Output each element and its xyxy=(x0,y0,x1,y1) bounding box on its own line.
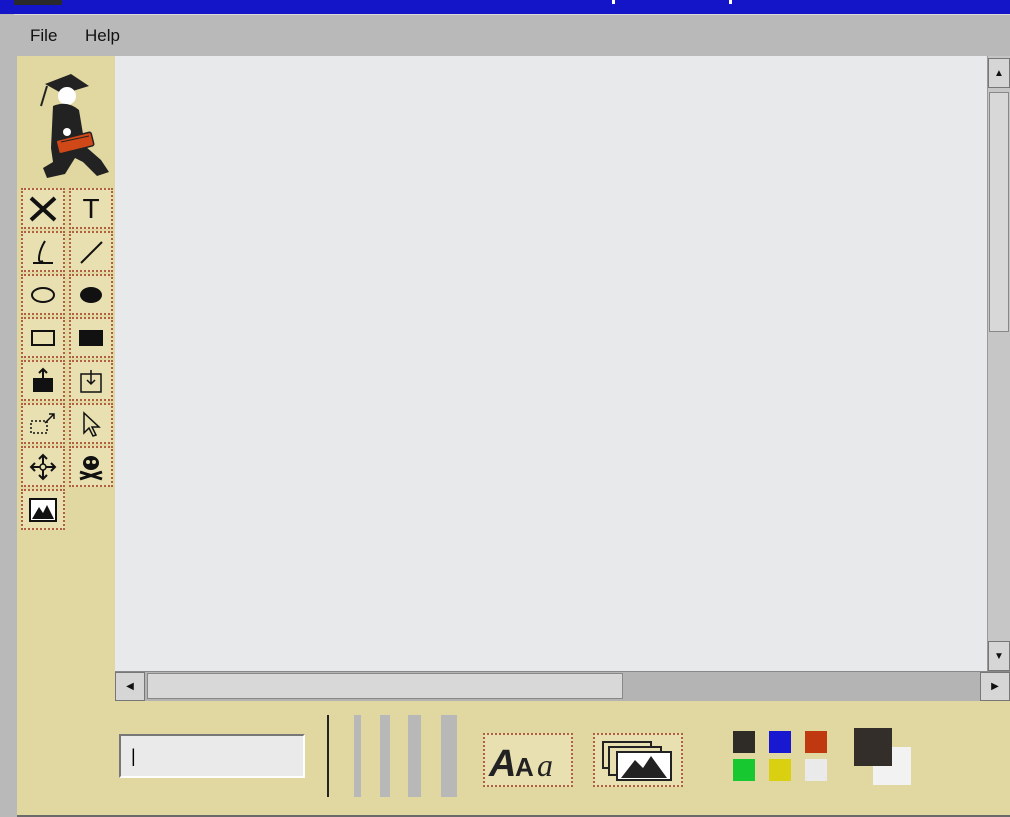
x-icon xyxy=(29,196,57,221)
vertical-scroll-thumb[interactable] xyxy=(989,92,1009,332)
properties-bar: A A a xyxy=(17,701,1010,815)
oval-filled-icon xyxy=(80,286,102,303)
pen-icon xyxy=(33,239,53,264)
export-tool[interactable] xyxy=(21,360,65,401)
filled-rectangle-tool[interactable] xyxy=(69,317,113,358)
image-tool[interactable] xyxy=(21,489,65,530)
foreground-color-well[interactable] xyxy=(854,728,892,766)
line-width-5px[interactable] xyxy=(441,715,457,797)
clear-tool[interactable] xyxy=(21,188,65,229)
line-width-4px[interactable] xyxy=(408,715,421,797)
title-bar-mark xyxy=(612,0,615,4)
scroll-up-button[interactable]: ▲ xyxy=(988,58,1010,88)
menu-bar: File Help xyxy=(14,14,1010,56)
oval-tool[interactable] xyxy=(21,274,65,315)
freehand-tool[interactable] xyxy=(21,231,65,272)
image-stack-icon xyxy=(602,741,672,781)
skull-crossbones-icon xyxy=(79,455,103,480)
color-swatch-black[interactable] xyxy=(733,731,755,753)
horizontal-scroll-thumb[interactable] xyxy=(147,673,623,699)
graduate-logo-icon xyxy=(40,74,109,178)
move-icon xyxy=(29,453,57,480)
line-icon xyxy=(80,240,103,264)
line-tool[interactable] xyxy=(69,231,113,272)
rectangle-tool[interactable] xyxy=(21,317,65,358)
font-style-icon: A A a xyxy=(488,743,553,782)
rect-filled-icon xyxy=(79,329,103,346)
color-swatch-yellow[interactable] xyxy=(769,759,791,781)
line-width-3px[interactable] xyxy=(380,715,390,797)
scroll-left-button[interactable]: ◀ xyxy=(115,672,145,701)
line-width-2px[interactable] xyxy=(354,715,361,797)
color-swatch-red[interactable] xyxy=(805,731,827,753)
scroll-down-button[interactable]: ▼ xyxy=(988,641,1010,671)
horizontal-scrollbar[interactable]: ◀ ▶ xyxy=(115,671,1010,701)
title-bar xyxy=(0,0,1010,14)
menu-help[interactable]: Help xyxy=(85,26,120,46)
title-bar-icon xyxy=(14,0,62,5)
upload-icon xyxy=(33,367,53,392)
text-tool[interactable]: T xyxy=(69,188,113,229)
svg-text:A: A xyxy=(515,752,534,782)
text-entry-field[interactable] xyxy=(119,734,305,778)
text-t-icon: T xyxy=(82,192,100,224)
scroll-right-button[interactable]: ▶ xyxy=(980,672,1010,701)
delete-tool[interactable] xyxy=(69,446,113,487)
line-width-1px[interactable] xyxy=(327,715,329,797)
color-swatch-blue[interactable] xyxy=(769,731,791,753)
tool-palette: T xyxy=(17,56,115,702)
download-icon xyxy=(80,369,102,393)
drawing-canvas[interactable] xyxy=(115,56,987,671)
filled-oval-tool[interactable] xyxy=(69,274,113,315)
oval-outline-icon xyxy=(31,286,55,303)
move-tool[interactable] xyxy=(21,446,65,487)
resize-icon xyxy=(30,412,55,434)
color-swatch-white[interactable] xyxy=(805,759,827,781)
vertical-scrollbar[interactable]: ▲ ▼ xyxy=(987,56,1010,671)
app-window: File Help T ▲ ▼ ◀ ▶ | A A a xyxy=(0,0,1010,817)
svg-text:A: A xyxy=(488,743,516,782)
rect-outline-icon xyxy=(31,329,55,346)
title-bar-mark xyxy=(729,0,732,4)
menu-file[interactable]: File xyxy=(30,26,57,46)
mountain-image-icon xyxy=(29,497,57,522)
select-tool[interactable] xyxy=(69,403,113,444)
image-stack-button[interactable] xyxy=(593,733,683,787)
import-tool[interactable] xyxy=(69,360,113,401)
svg-text:a: a xyxy=(537,747,553,782)
resize-tool[interactable] xyxy=(21,403,65,444)
pointer-arrow-icon xyxy=(83,410,101,437)
color-swatch-green[interactable] xyxy=(733,759,755,781)
font-style-button[interactable]: A A a xyxy=(483,733,573,787)
